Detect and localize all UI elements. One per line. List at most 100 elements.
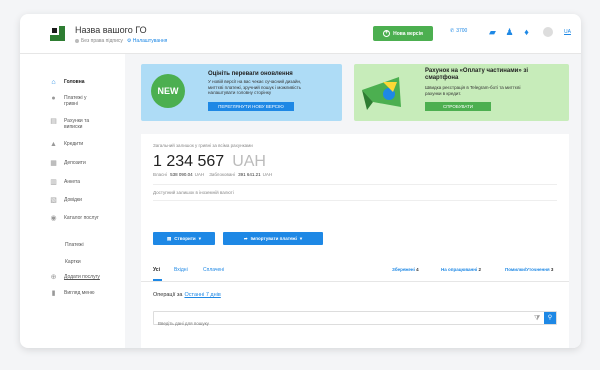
phone-icon: ✆ <box>450 28 455 34</box>
installment-banner: Рахунок на «Оплату частинами» зі смартфо… <box>354 64 569 121</box>
sidebar-item-label: Головна <box>64 79 85 85</box>
company-name[interactable]: Назва вашого ГО <box>75 25 147 35</box>
sidebar-item-deposits[interactable]: ▦ Депозити <box>50 160 86 167</box>
fx-balance-note[interactable]: Доступний залишок в іноземній валюті <box>153 190 234 195</box>
import-payments-button[interactable]: ➦ Імпортувати платежі ▾ <box>223 232 323 245</box>
megaphone-illustration-icon <box>362 77 401 110</box>
menu-icon: ▮ <box>51 290 56 297</box>
banner-title: Рахунок на «Оплату частинами» зі смартфо… <box>425 68 528 82</box>
tab-paid[interactable]: Сплачені <box>203 267 224 273</box>
search-icon: ⚲ <box>547 315 553 321</box>
tab-all[interactable]: Усі <box>153 267 160 273</box>
create-label: Створити <box>174 236 196 241</box>
settings-link[interactable]: ⚙ Налаштування <box>127 38 167 44</box>
new-version-label: Нова версія <box>393 30 423 37</box>
balance-breakdown: Власні 538 090.04 UAH Заблоковані 391 641… <box>153 172 272 177</box>
banner-text: У новій версії на вас чекає сучасний диз… <box>208 79 301 96</box>
catalog-icon: ◉ <box>50 215 57 222</box>
phone-link[interactable]: ✆ 3700 <box>450 28 467 34</box>
sidebar-item-home[interactable]: ⌂ Головна <box>50 79 85 86</box>
sidebar-item-add-service[interactable]: ⊕ Додати послугу <box>50 274 100 281</box>
home-icon: ⌂ <box>51 79 56 86</box>
main-content: NEW Оцініть переваги оновлення У новій в… <box>125 54 581 348</box>
bank-logo-icon[interactable] <box>50 26 65 41</box>
view-new-version-button[interactable]: ПЕРЕГЛЯНУТИ НОВУ ВЕРСІЮ <box>208 102 294 111</box>
signature-status: Без права підпису <box>81 38 123 44</box>
tab-count: 4 <box>416 267 419 272</box>
own-label: Власні <box>153 172 167 177</box>
phone-number: 3700 <box>456 28 468 34</box>
sidebar-item-label: Додати послугу <box>64 274 100 280</box>
tab-errors[interactable]: Помилки/Уточнення 3 <box>505 267 553 272</box>
divider <box>153 184 557 185</box>
period-link[interactable]: Останні 7 днів <box>184 292 220 298</box>
sidebar-item-label: Кредити <box>64 141 84 147</box>
header: Назва вашого ГО Без права підпису ⚙ Налаш… <box>20 14 581 54</box>
tab-processing[interactable]: На опрацюванні 2 <box>441 267 481 272</box>
sidebar-item-menu-view[interactable]: ▮ Вигляд меню <box>50 290 95 297</box>
sidebar-item-label: Рахунки та виписки <box>64 118 90 130</box>
banner-title: Оцініть переваги оновлення <box>208 71 293 77</box>
tab-saved[interactable]: Збережені 4 <box>392 267 419 272</box>
import-icon: ➦ <box>243 235 248 241</box>
document-icon: ▤ <box>50 118 57 125</box>
banner-text: Швидка реєстрація в Telegram-боті та мит… <box>425 85 520 96</box>
sidebar-item-questionnaire[interactable]: ▥ Анкета <box>50 179 80 186</box>
sidebar-item-payments[interactable]: Платежі <box>65 242 84 248</box>
form-icon: ▥ <box>50 179 57 186</box>
search-box: ⧩ ⚲ <box>153 311 557 330</box>
sidebar-item-label: Платежі <box>65 242 84 248</box>
own-value: 538 090.04 <box>170 172 193 177</box>
blocked-value: 391 641.21 <box>238 172 261 177</box>
new-version-button[interactable]: + Нова версія <box>373 26 433 41</box>
deposit-icon: ▦ <box>50 160 57 167</box>
filter-icon[interactable]: ⧩ <box>534 314 540 323</box>
try-button[interactable]: СПРОБУВАТИ <box>425 102 491 111</box>
sidebar-item-catalog[interactable]: ◉ Каталог послуг <box>50 215 98 222</box>
create-button[interactable]: ▤ Створити ▾ <box>153 232 215 245</box>
sidebar-item-label: Довідки <box>64 197 82 203</box>
sidebar-item-accounts[interactable]: ▤ Рахунки та виписки <box>50 118 96 130</box>
balance-card: Загальний залишок у гривні за всіма раху… <box>141 134 569 348</box>
banner-text-line: налаштувати головну сторінку <box>208 90 272 95</box>
plus-circle-icon: ⊕ <box>50 274 57 281</box>
certificate-icon: ▧ <box>50 197 57 204</box>
chevron-down-icon: ▾ <box>198 235 201 241</box>
sidebar-item-label: Платежі у гривні <box>64 95 87 107</box>
sidebar: ⌂ Головна ● Платежі у гривні ▤ Рахунки та в… <box>20 54 125 348</box>
tab-count: 3 <box>550 267 554 272</box>
tab-incoming[interactable]: Вхідні <box>174 267 188 273</box>
banner-title-line: Рахунок на «Оплату частинами» зі <box>425 68 528 74</box>
signature-icon <box>75 38 79 43</box>
own-currency: UAH <box>194 172 205 177</box>
sidebar-item-cards[interactable]: Картки <box>65 259 81 265</box>
balance-amount: 1 234 567 UAH <box>153 153 266 171</box>
hryvnia-icon: ● <box>51 95 56 102</box>
operations-label: Операції за <box>153 292 183 298</box>
graduation-cap-icon[interactable]: ♦ <box>521 27 532 38</box>
chat-icon[interactable]: ▰ <box>487 27 498 38</box>
divider <box>153 200 557 201</box>
search-input[interactable] <box>154 317 534 330</box>
sidebar-item-label: Анкета <box>64 179 80 185</box>
bank-icon: ▲ <box>50 141 57 148</box>
sidebar-item-certificates[interactable]: ▧ Довідки <box>50 197 82 204</box>
sidebar-item-label: Вигляд меню <box>64 290 95 296</box>
balance-label: Загальний залишок у гривні за всіма раху… <box>153 143 253 148</box>
tab-label: На опрацюванні <box>441 267 478 272</box>
tab-count: 2 <box>478 267 482 272</box>
chevron-down-icon: ▾ <box>299 235 303 241</box>
sidebar-item-label: Картки <box>65 259 81 265</box>
sidebar-item-payments-uah[interactable]: ● Платежі у гривні <box>50 95 94 107</box>
balance-currency: UAH <box>232 153 266 170</box>
language-switch[interactable]: UA <box>564 29 571 35</box>
search-button[interactable]: ⚲ <box>544 312 556 324</box>
banner-text-line: рахунки в кредит. <box>425 90 462 96</box>
import-label: Імпортувати платежі <box>250 236 297 241</box>
bell-icon[interactable]: ♟ <box>504 27 515 38</box>
app-window: Назва вашого ГО Без права підпису ⚙ Налаш… <box>20 14 581 348</box>
sidebar-item-credits[interactable]: ▲ Кредити <box>50 141 83 148</box>
avatar[interactable] <box>543 27 553 37</box>
plus-icon: + <box>383 30 391 37</box>
banner-text-line: У новій версії на вас чекає сучасний диз… <box>208 79 302 84</box>
